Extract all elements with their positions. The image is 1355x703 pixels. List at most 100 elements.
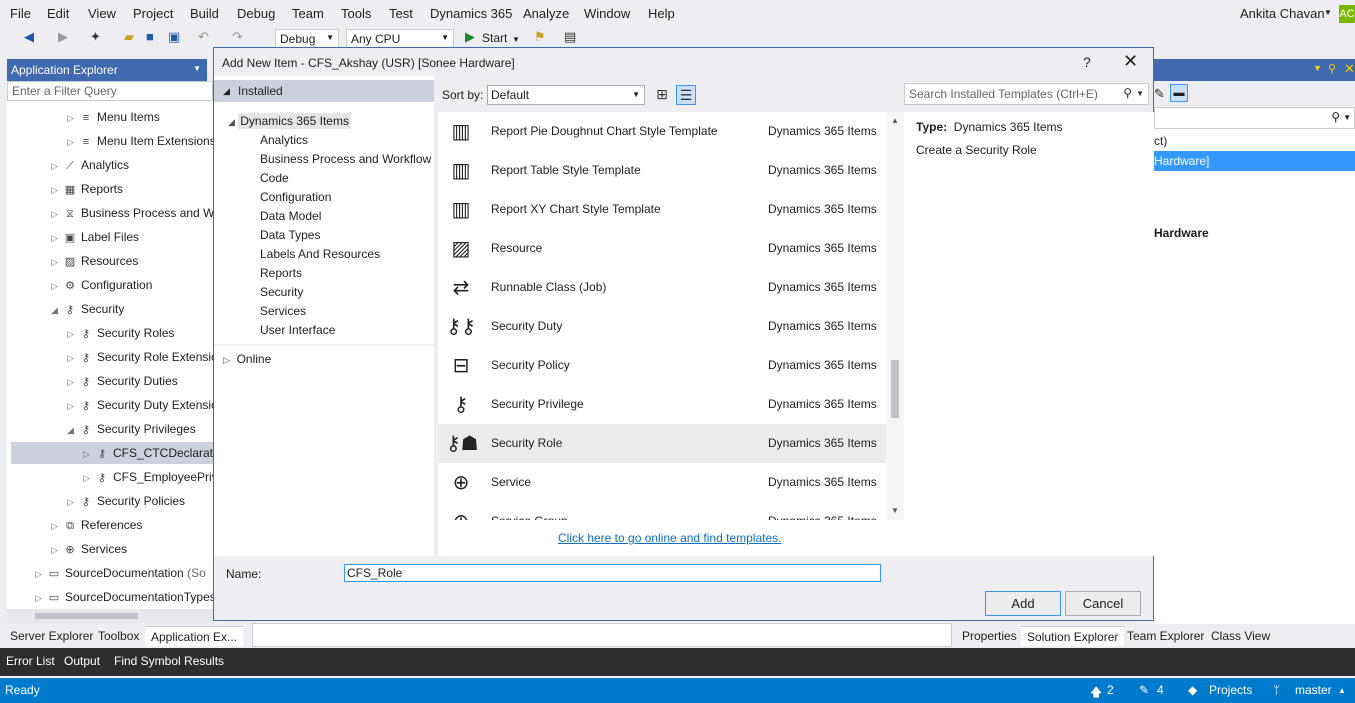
tab-output[interactable]: Output xyxy=(64,654,100,668)
installed-header[interactable]: ◢ Installed xyxy=(214,80,434,102)
menu-tools[interactable]: Tools xyxy=(341,6,371,21)
grid-view-icon[interactable]: ⊞ xyxy=(652,85,672,105)
menu-debug[interactable]: Debug xyxy=(237,6,275,21)
tree-node-sourcedocumentationtypes[interactable]: ▷ ▭ SourceDocumentationTypes xyxy=(35,586,213,608)
start-button[interactable]: Start xyxy=(482,31,507,45)
repo-icon[interactable]: ◆ xyxy=(1188,683,1197,697)
save-icon[interactable]: ■ xyxy=(146,30,154,44)
tab-team-explorer[interactable]: Team Explorer xyxy=(1121,626,1210,646)
platform-combo[interactable]: Any CPU ▼ xyxy=(346,29,454,48)
save-all-icon[interactable]: ▣ xyxy=(168,30,180,44)
list-item[interactable]: ⊕ Service Dynamics 365 Items xyxy=(438,463,886,502)
list-item[interactable]: ⚷ Security Privilege Dynamics 365 Items xyxy=(438,385,886,424)
name-input[interactable] xyxy=(344,564,881,582)
project-node[interactable]: Hardware xyxy=(1154,226,1209,240)
user-dropdown-icon[interactable]: ▼ xyxy=(1324,8,1332,17)
chevron-down-icon[interactable]: ▼ xyxy=(1343,113,1351,122)
search-templates-input[interactable]: Search Installed Templates (Ctrl+E) ⚲ ▼ xyxy=(904,83,1149,105)
list-view-icon[interactable]: ☰ xyxy=(676,85,696,105)
pending-edits-count[interactable]: 4 xyxy=(1157,683,1164,697)
avatar[interactable]: AC xyxy=(1339,5,1355,23)
tree-node-configuration[interactable]: ▷ ⚙ Configuration xyxy=(51,274,152,296)
list-item-selected[interactable]: ⚷☗ Security Role Dynamics 365 Items xyxy=(438,424,886,463)
tree-node-business-process[interactable]: ▷ ⧖ Business Process and Wo xyxy=(51,202,213,224)
tree-node-menu-item-extensions[interactable]: ▷ ≡ Menu Item Extensions xyxy=(67,130,213,152)
close-icon[interactable]: ✕ xyxy=(1344,61,1355,77)
branch-icon[interactable]: ᛘ xyxy=(1273,683,1280,697)
pin-icon[interactable]: ⚲ xyxy=(1328,62,1336,75)
category-analytics[interactable]: Analytics xyxy=(260,131,308,149)
vertical-scrollbar[interactable]: ▲ ▼ xyxy=(886,112,904,520)
category-data-types[interactable]: Data Types xyxy=(260,226,320,244)
tab-application-explorer[interactable]: Application Ex... xyxy=(145,626,244,646)
category-business-process[interactable]: Business Process and Workflow xyxy=(260,150,431,168)
selected-project-node[interactable]: Hardware] xyxy=(1154,151,1355,171)
layout-icon[interactable]: ▤ xyxy=(564,30,576,44)
menu-test[interactable]: Test xyxy=(389,6,413,21)
redo-icon[interactable]: ↷ xyxy=(232,30,243,44)
close-icon[interactable]: ✕ xyxy=(1123,51,1138,72)
menu-team[interactable]: Team xyxy=(292,6,324,21)
menu-file[interactable]: File xyxy=(10,6,31,21)
list-item[interactable]: ⊟ Security Policy Dynamics 365 Items xyxy=(438,346,886,385)
tab-toolbox[interactable]: Toolbox xyxy=(92,626,145,646)
list-item[interactable]: ⇄ Runnable Class (Job) Dynamics 365 Items xyxy=(438,268,886,307)
dropdown-icon[interactable]: ▼ xyxy=(1313,63,1322,73)
tree-node-services[interactable]: ▷ ⊕ Services xyxy=(51,538,127,560)
tab-solution-explorer[interactable]: Solution Explorer xyxy=(1021,626,1125,646)
tab-server-explorer[interactable]: Server Explorer xyxy=(4,626,99,646)
pencil-icon[interactable]: ✎ xyxy=(1139,683,1149,697)
back-icon[interactable]: ◀ xyxy=(24,30,34,44)
tree-node-sourcedocumentation[interactable]: ▷ ▭ SourceDocumentation (So xyxy=(35,562,206,584)
tree-node-security[interactable]: ◢ ⚷ Security xyxy=(51,298,124,320)
category-data-model[interactable]: Data Model xyxy=(260,207,321,225)
menu-project[interactable]: Project xyxy=(133,6,173,21)
category-reports[interactable]: Reports xyxy=(260,264,302,282)
menu-analyze[interactable]: Analyze xyxy=(523,6,569,21)
list-item[interactable]: ▥ Report Pie Doughnut Chart Style Templat… xyxy=(438,112,886,151)
category-services[interactable]: Services xyxy=(260,302,306,320)
tab-find-symbol-results[interactable]: Find Symbol Results xyxy=(114,654,224,668)
open-icon[interactable]: ▰ xyxy=(124,30,134,44)
tree-node-security-roles[interactable]: ▷ ⚷ Security Roles xyxy=(67,322,174,344)
config-combo[interactable]: Debug ▼ xyxy=(275,29,339,48)
cancel-button[interactable]: Cancel xyxy=(1065,591,1141,616)
category-dynamics-root[interactable]: ◢ Dynamics 365 Items xyxy=(228,112,351,130)
tab-properties[interactable]: Properties xyxy=(956,626,1023,646)
category-labels-resources[interactable]: Labels And Resources xyxy=(260,245,380,263)
forward-icon[interactable]: ▶ xyxy=(58,30,68,44)
chevron-down-icon[interactable]: ▼ xyxy=(193,64,201,73)
help-button[interactable]: ? xyxy=(1083,54,1091,70)
menu-edit[interactable]: Edit xyxy=(47,6,69,21)
scroll-thumb[interactable] xyxy=(35,613,138,619)
scroll-up-icon[interactable]: ▲ xyxy=(891,116,899,125)
tree-node-security-duty-extensions[interactable]: ▷ ⚷ Security Duty Extensio xyxy=(67,394,213,416)
tree-node-resources[interactable]: ▷ ▨ Resources xyxy=(51,250,138,272)
tree-node-security-role-extensions[interactable]: ▷ ⚷ Security Role Extensio xyxy=(67,346,213,368)
scroll-thumb[interactable] xyxy=(891,360,899,418)
tree-node-security-duties[interactable]: ▷ ⚷ Security Duties xyxy=(67,370,178,392)
tree-node-label-files[interactable]: ▷ ▣ Label Files xyxy=(51,226,139,248)
tree-node-references[interactable]: ▷ ⧉ References xyxy=(51,514,142,536)
sort-combo[interactable]: Default ▼ xyxy=(487,85,645,105)
horizontal-scrollbar[interactable] xyxy=(7,609,213,623)
list-item[interactable]: ▥ Report Table Style Template Dynamics 365… xyxy=(438,151,886,190)
scroll-down-icon[interactable]: ▼ xyxy=(891,506,899,515)
new-project-icon[interactable]: ✦ xyxy=(90,30,101,44)
list-item[interactable]: ▥ Report XY Chart Style Template Dynamics … xyxy=(438,190,886,229)
filter-input[interactable]: Enter a Filter Query xyxy=(7,81,213,101)
tree-node-menu-items[interactable]: ▷ ≡ Menu Items xyxy=(67,106,160,128)
arrow-up-icon[interactable]: 🡅 xyxy=(1090,683,1102,703)
list-item[interactable]: ▨ Resource Dynamics 365 Items xyxy=(438,229,886,268)
tree-node-analytics[interactable]: ▷ ⟋ Analytics xyxy=(51,154,129,176)
tree-node-security-policies[interactable]: ▷ ⚷ Security Policies xyxy=(67,490,185,512)
menu-view[interactable]: View xyxy=(88,6,116,21)
tree-node-cfs-employeeprivi[interactable]: ▷ ⚷ CFS_EmployeePrivi xyxy=(83,466,213,488)
category-code[interactable]: Code xyxy=(260,169,289,187)
undo-icon[interactable]: ↶ xyxy=(198,30,209,44)
tree-node-security-privileges[interactable]: ◢ ⚷ Security Privileges xyxy=(67,418,196,440)
menu-build[interactable]: Build xyxy=(190,6,219,21)
start-icon[interactable]: ▶ xyxy=(465,30,475,44)
projects-label[interactable]: Projects xyxy=(1209,683,1252,697)
tree-node-reports[interactable]: ▷ ▦ Reports xyxy=(51,178,123,200)
